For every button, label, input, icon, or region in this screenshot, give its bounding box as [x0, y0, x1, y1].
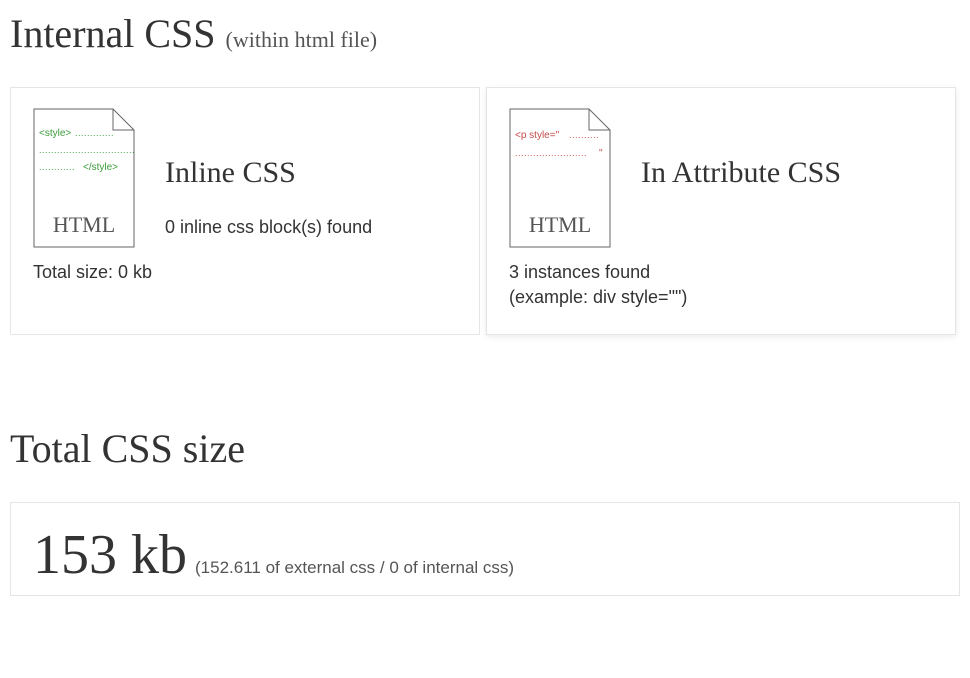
- svg-text:<p style=": <p style=": [515, 130, 560, 141]
- svg-text:<style>: <style>: [39, 128, 71, 139]
- svg-text:............: ............: [39, 162, 75, 172]
- svg-text:": ": [599, 148, 603, 159]
- html-file-attr-icon: <p style=" .......... ..................…: [509, 108, 611, 248]
- inline-css-desc: 0 inline css block(s) found: [165, 215, 457, 240]
- inline-css-card: <style> ............. ..................…: [10, 87, 480, 335]
- internal-css-heading: Internal CSS (within html file): [10, 10, 960, 57]
- svg-text:.............: .............: [75, 128, 114, 138]
- inline-css-title: Inline CSS: [165, 156, 457, 191]
- svg-text:..............................: ..................................: [39, 145, 135, 155]
- internal-css-title: Internal CSS: [10, 11, 216, 56]
- attribute-css-title: In Attribute CSS: [641, 156, 933, 191]
- html-file-style-icon: <style> ............. ..................…: [33, 108, 135, 248]
- attribute-css-card: <p style=" .......... ..................…: [486, 87, 956, 335]
- total-css-detail: (152.611 of external css / 0 of internal…: [195, 558, 514, 577]
- svg-text:</style>: </style>: [83, 162, 118, 173]
- cards-row: <style> ............. ..................…: [10, 87, 960, 335]
- internal-css-subtitle: (within html file): [226, 27, 378, 52]
- total-css-section: Total CSS size 153 kb (152.611 of extern…: [10, 425, 960, 596]
- svg-text:HTML: HTML: [53, 212, 115, 237]
- inline-css-footer: Total size: 0 kb: [33, 260, 457, 285]
- total-css-card: 153 kb (152.611 of external css / 0 of i…: [10, 502, 960, 596]
- attribute-css-count: 3 instances found: [509, 260, 933, 285]
- svg-text:..........: ..........: [569, 130, 599, 140]
- svg-text:HTML: HTML: [529, 212, 591, 237]
- svg-text:........................: ........................: [515, 148, 587, 158]
- total-css-heading: Total CSS size: [10, 425, 960, 472]
- attribute-css-example: (example: div style=""): [509, 285, 933, 310]
- total-css-value: 153 kb: [33, 524, 187, 586]
